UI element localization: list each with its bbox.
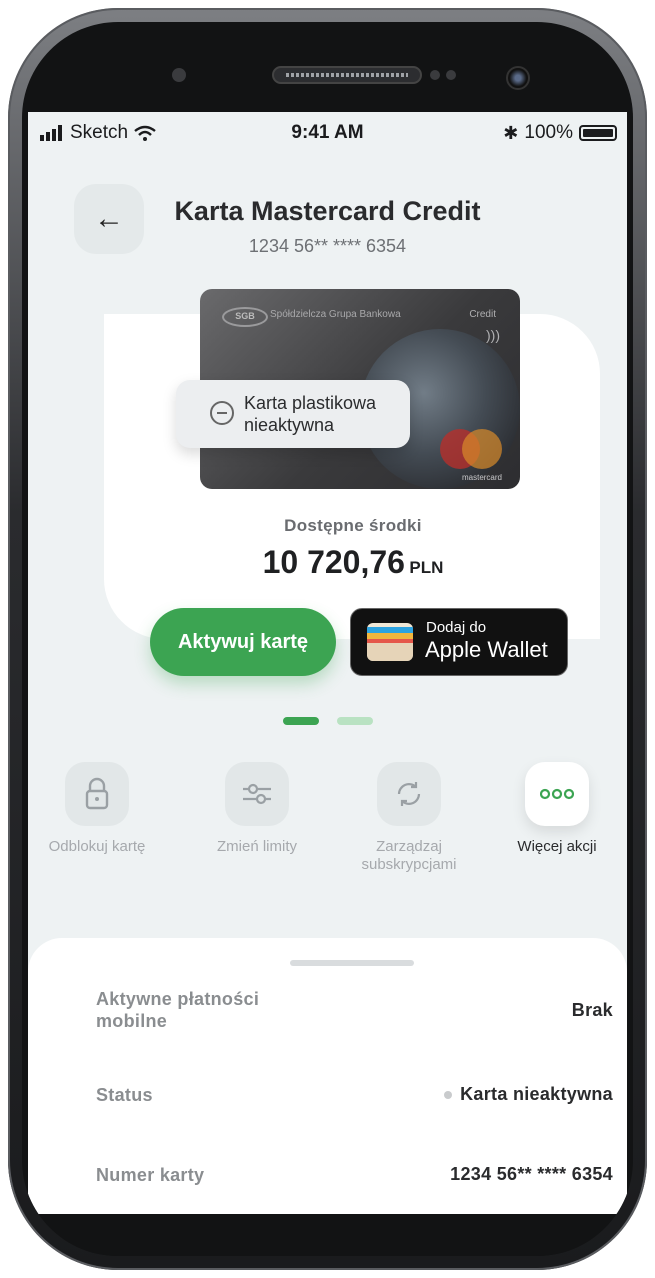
action-label: Więcej akcji	[517, 838, 597, 855]
more-icon	[525, 762, 589, 826]
detail-key: Status	[96, 1085, 153, 1105]
card-details-sheet: Aktywne płatności mobilne Brak Status Ka…	[28, 938, 627, 1214]
bluetooth-icon: ✱	[503, 122, 519, 143]
battery-icon	[579, 125, 617, 141]
phone-frame: Sketch 9:41 AM ✱ 100% ← Karta Mastercard…	[8, 8, 647, 1270]
mastercard-logo-icon	[440, 429, 502, 469]
pager-dot[interactable]	[337, 717, 373, 725]
action-label: Zmień limity	[216, 838, 297, 855]
available-funds-currency: PLN	[409, 558, 444, 577]
lock-icon	[65, 762, 129, 826]
action-label: Zarządzaj subskrypcjami	[361, 838, 457, 873]
detail-key: Aktywne płatności mobilne	[96, 989, 260, 1031]
card-network-label: mastercard	[461, 473, 502, 482]
camera-icon	[506, 66, 530, 90]
bottom-bezel	[22, 1214, 633, 1256]
status-value: Karta nieaktywna	[460, 1084, 613, 1104]
sheet-handle[interactable]	[290, 960, 414, 966]
action-label: Odblokuj kartę	[48, 838, 146, 855]
sliders-icon	[225, 762, 289, 826]
card-pager	[28, 717, 627, 725]
activate-card-button[interactable]: Aktywuj kartę	[150, 608, 336, 676]
speaker-icon	[272, 66, 422, 84]
card-bank-name: Spółdzielcza Grupa Bankowa	[270, 309, 401, 320]
manage-subscriptions-action[interactable]: Zarządzaj subskrypcjami	[344, 762, 474, 874]
detail-value: 1234 56** **** 6354	[450, 1164, 613, 1184]
detail-value: Brak	[571, 1000, 613, 1020]
status-dot-icon	[444, 1091, 453, 1100]
unlock-card-action[interactable]: Odblokuj kartę	[32, 762, 162, 856]
wallet-icon	[367, 623, 413, 661]
card-number-subtitle: 1234 56** **** 6354	[248, 236, 407, 256]
card-status-tag-label: Karta plastikowa nieaktywna	[244, 393, 377, 435]
available-funds-amount: 10 720,76	[262, 544, 405, 580]
bank-logo: SGB	[222, 307, 268, 327]
sensor-icon	[430, 70, 440, 80]
phone-body: Sketch 9:41 AM ✱ 100% ← Karta Mastercard…	[22, 22, 633, 1256]
change-limits-action[interactable]: Zmień limity	[192, 762, 322, 856]
quick-actions: Odblokuj kartę Zmień limity Zarządzaj su…	[28, 762, 627, 902]
app-screen: Sketch 9:41 AM ✱ 100% ← Karta Mastercard…	[28, 112, 627, 1214]
status-bar: Sketch 9:41 AM ✱ 100%	[28, 112, 627, 152]
sensor-icon	[172, 68, 186, 82]
card-type-label: Credit	[469, 309, 496, 320]
more-actions-action[interactable]: Więcej akcji	[492, 762, 622, 856]
sensor-icon	[446, 70, 456, 80]
contactless-icon: )))	[486, 327, 500, 343]
page-title: Karta Mastercard Credit	[174, 196, 481, 226]
available-funds-value: 10 720,76 PLN	[28, 544, 627, 581]
available-funds-label: Dostępne środki	[284, 516, 422, 535]
detail-value: Karta nieaktywna	[444, 1084, 613, 1105]
minus-circle-icon	[210, 401, 234, 425]
pager-dot-active[interactable]	[283, 717, 319, 725]
battery-label: 100%	[524, 122, 573, 143]
card-status-tag: Karta plastikowa nieaktywna	[176, 380, 410, 448]
wallet-button-small-label: Dodaj do	[426, 619, 487, 636]
refresh-icon	[377, 762, 441, 826]
add-to-apple-wallet-button[interactable]: Dodaj do Apple Wallet	[350, 608, 568, 676]
detail-key: Numer karty	[96, 1165, 205, 1185]
wallet-button-big-label: Apple Wallet	[425, 637, 548, 662]
